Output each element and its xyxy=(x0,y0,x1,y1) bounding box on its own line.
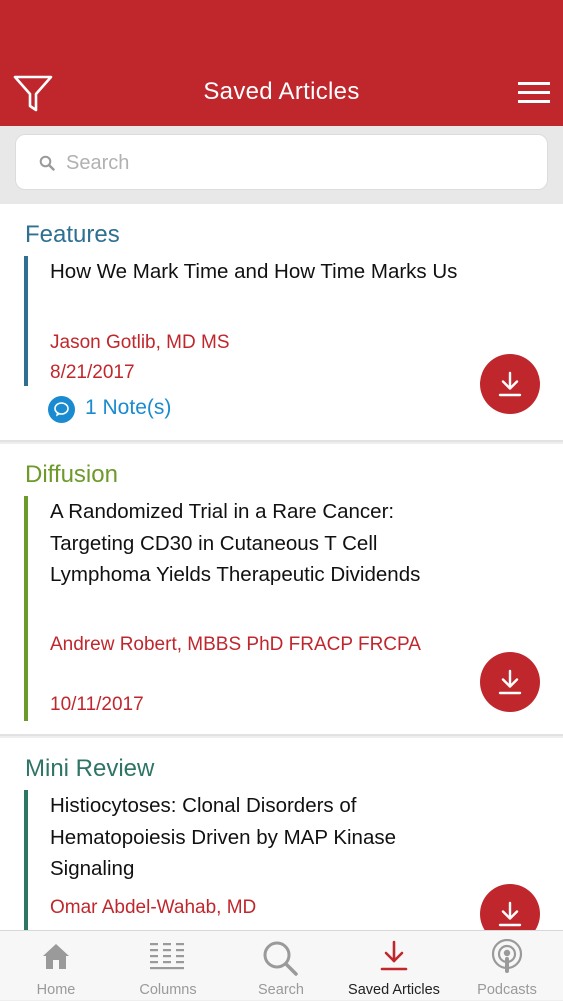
notes-count: 1 Note(s) xyxy=(85,396,172,419)
article-title[interactable]: A Randomized Trial in a Rare Cancer: Tar… xyxy=(50,496,450,591)
article-category: Features xyxy=(25,221,120,248)
article-date: 8/21/2017 xyxy=(50,362,135,383)
menu-button[interactable] xyxy=(517,78,551,108)
hamburger-menu-icon xyxy=(518,82,550,103)
tab-podcasts[interactable]: Podcasts xyxy=(451,931,563,1001)
download-button[interactable] xyxy=(480,652,540,712)
article-card[interactable]: Diffusion A Randomized Trial in a Rare C… xyxy=(0,444,563,736)
tab-saved-articles[interactable]: Saved Articles xyxy=(338,931,450,1001)
page-title: Saved Articles xyxy=(203,78,360,105)
tab-search[interactable]: Search xyxy=(225,931,337,1001)
search-icon xyxy=(39,155,55,171)
podcast-icon xyxy=(491,939,523,973)
article-card[interactable]: Mini Review Histiocytoses: Clonal Disord… xyxy=(0,738,563,930)
download-button[interactable] xyxy=(480,884,540,930)
tab-label: Columns xyxy=(139,982,197,998)
article-card[interactable]: Features How We Mark Time and How Time M… xyxy=(0,204,563,442)
category-accent-bar xyxy=(24,496,28,721)
category-accent-bar xyxy=(24,256,28,386)
article-category: Diffusion xyxy=(25,461,118,488)
comment-bubble-icon xyxy=(48,396,75,423)
article-title[interactable]: How We Mark Time and How Time Marks Us xyxy=(50,256,470,288)
article-title[interactable]: Histiocytoses: Clonal Disorders of Hemat… xyxy=(50,790,460,885)
tab-columns[interactable]: Columns xyxy=(112,931,224,1001)
download-icon xyxy=(380,940,408,971)
columns-icon xyxy=(150,943,184,970)
search-input[interactable] xyxy=(64,145,528,181)
article-author: Jason Gotlib, MD MS xyxy=(50,332,230,353)
app-header: Saved Articles xyxy=(0,0,563,126)
download-icon xyxy=(498,371,522,397)
article-author: Omar Abdel-Wahab, MD xyxy=(50,897,257,918)
search-box[interactable] xyxy=(15,134,548,190)
bottom-tab-bar: Home Columns Search Saved Articles Podca… xyxy=(0,930,563,1000)
search-icon xyxy=(263,941,298,976)
download-icon xyxy=(498,901,522,927)
tab-label: Saved Articles xyxy=(348,982,440,998)
home-icon xyxy=(43,944,69,969)
category-accent-bar xyxy=(24,790,28,930)
download-button[interactable] xyxy=(480,354,540,414)
saved-articles-list[interactable]: Features How We Mark Time and How Time M… xyxy=(0,204,563,930)
tab-label: Home xyxy=(36,982,76,998)
article-category: Mini Review xyxy=(25,755,155,782)
tab-home[interactable]: Home xyxy=(0,931,112,1001)
download-icon xyxy=(498,669,522,695)
search-area xyxy=(0,126,563,204)
tab-label: Podcasts xyxy=(477,982,537,998)
tab-label: Search xyxy=(258,982,304,998)
article-date: 10/11/2017 xyxy=(50,694,144,715)
article-author: Andrew Robert, MBBS PhD FRACP FRCPA xyxy=(50,634,421,655)
